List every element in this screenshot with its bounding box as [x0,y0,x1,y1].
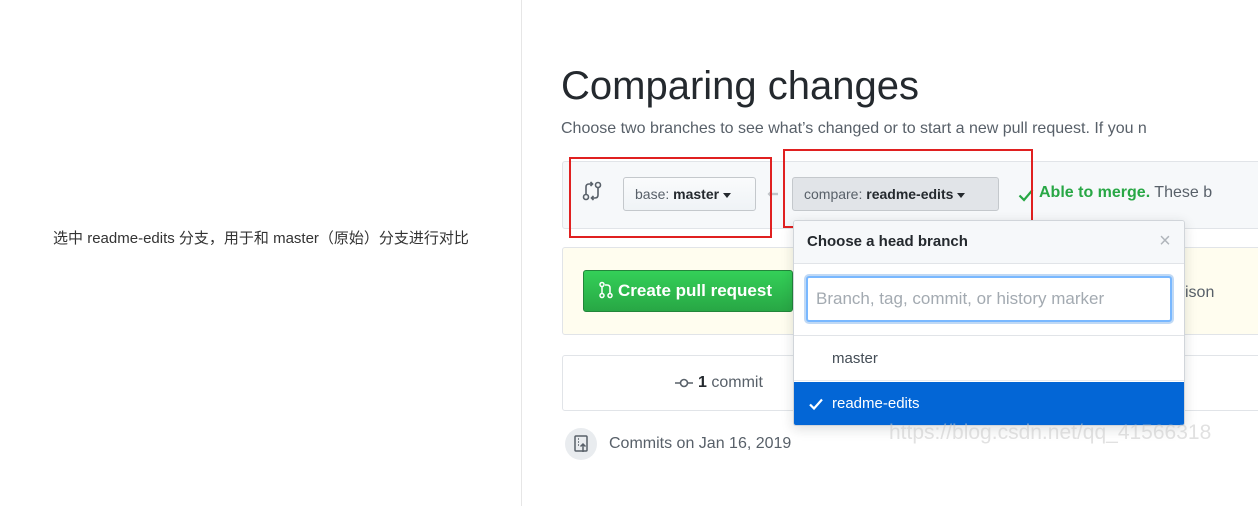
branch-option-master[interactable]: master [794,337,1184,381]
page-title: Comparing changes [561,64,919,108]
pull-request-icon [599,281,613,299]
repo-push-icon [565,428,597,460]
select-menu-filter [794,264,1184,336]
annotation-caption: 选中 readme-edits 分支，用于和 master（原始）分支进行对比 [53,230,469,247]
commit-icon [675,378,693,388]
commit-count-link[interactable]: 1 commit [674,374,763,392]
commit-count-label: commit [706,374,763,391]
branch-select-menu: Choose a head branch × master readme-edi… [793,220,1185,426]
compare-hint-text: ison [1185,284,1215,301]
check-icon [809,398,823,411]
watermark: https://blog.csdn.net/qq_41566318 [889,421,1212,444]
commit-count: 1 [698,374,707,391]
github-compare-screenshot: Comparing changes Choose two branches to… [523,0,1258,506]
annotation-column: 选中 readme-edits 分支，用于和 master（原始）分支进行对比 [0,0,522,506]
merge-status: Able to merge. These b [1039,184,1212,202]
create-pull-request-button[interactable]: Create pull request [583,270,793,312]
highlight-box-compare [783,149,1033,228]
highlight-box-base [569,157,772,238]
select-menu-title: Choose a head branch [807,233,968,250]
branch-option-label: readme-edits [832,395,920,412]
branch-option-label: master [832,350,878,367]
merge-status-label: Able to merge. [1039,184,1151,201]
create-pull-request-label: Create pull request [618,281,772,300]
branch-filter-input[interactable] [806,276,1172,322]
commits-date: Commits on Jan 16, 2019 [609,435,792,452]
merge-status-detail: These b [1150,184,1213,201]
select-menu-header: Choose a head branch × [794,221,1184,264]
page-subtitle: Choose two branches to see what’s change… [561,120,1147,137]
branch-option-readme-edits[interactable]: readme-edits [794,382,1184,425]
close-icon[interactable]: × [1156,231,1174,251]
